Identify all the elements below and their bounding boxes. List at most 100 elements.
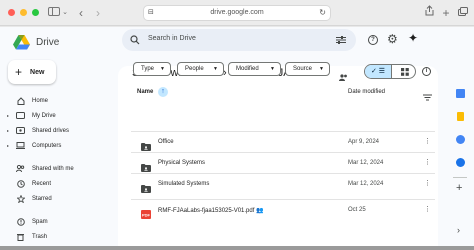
pdf-icon: PDF	[141, 206, 151, 219]
page-settings-icon[interactable]: ⊟	[148, 6, 154, 20]
sidebar-item-label: Trash	[32, 233, 48, 240]
filter-chip-people[interactable]: People ▼	[177, 62, 224, 76]
file-date-modified: Mar 12, 2024	[348, 181, 384, 187]
shared-folder-icon	[141, 180, 151, 193]
filter-chip-label: People	[185, 66, 204, 72]
trash-icon	[16, 232, 25, 241]
sidebar-item-shared-drives[interactable]: ▸ Shared drives	[0, 124, 112, 137]
filter-chip-source[interactable]: Source ▼	[285, 62, 330, 76]
forward-icon[interactable]: ›	[93, 5, 103, 21]
sidebar-item-home[interactable]: Home	[0, 94, 112, 107]
dropdown-arrow-icon: ▼	[270, 66, 275, 72]
filter-chip-label: Type	[141, 66, 155, 72]
expand-panel-icon[interactable]: ›	[457, 225, 460, 235]
more-actions-icon[interactable]: ⋮	[424, 205, 431, 213]
contacts-icon[interactable]	[456, 158, 465, 167]
sidebar-item-label: Computers	[32, 142, 62, 149]
my-drive-icon	[16, 111, 25, 120]
tab-overview-icon[interactable]	[457, 5, 469, 21]
filter-chip-label: Modified	[236, 66, 259, 72]
divider	[453, 177, 467, 178]
gemini-icon[interactable]: ✦	[408, 31, 418, 45]
sort-options-icon[interactable]	[423, 88, 432, 106]
back-icon[interactable]: ‹	[76, 5, 86, 21]
add-addon-icon[interactable]: +	[456, 182, 462, 194]
sidebar-item-label: Recent	[32, 180, 52, 187]
details-icon[interactable]: i	[422, 67, 431, 76]
svg-text:PDF: PDF	[142, 212, 151, 217]
minimize-window-button[interactable]	[20, 9, 27, 16]
search-options-icon[interactable]	[336, 36, 346, 44]
starred-icon	[16, 194, 25, 203]
settings-icon[interactable]: ⚙	[387, 32, 398, 46]
file-name-text: Physical Systems	[158, 160, 206, 166]
shared-folder-icon	[141, 159, 151, 172]
sidebar-item-label: Home	[32, 97, 49, 104]
address-bar[interactable]: ⊟ drive.google.com ↻	[143, 5, 331, 21]
date-modified-column-header[interactable]: Date modified	[348, 89, 385, 95]
filter-chip-modified[interactable]: Modified ▼	[228, 62, 281, 76]
calendar-icon[interactable]	[456, 89, 465, 98]
expand-caret-icon[interactable]: ▸	[0, 128, 9, 133]
name-column-header[interactable]: Name ↑	[137, 87, 169, 97]
list-view-button[interactable]: ✓ ☰	[365, 65, 391, 78]
side-panel: + ›	[446, 27, 474, 246]
home-icon	[16, 96, 25, 105]
file-name[interactable]: Physical Systems	[158, 160, 205, 166]
expand-caret-icon[interactable]: ▸	[0, 143, 9, 148]
chevron-down-icon[interactable]: ⌄	[61, 5, 69, 21]
sidebar-item-my-drive[interactable]: ▸ My Drive	[0, 109, 112, 122]
file-row[interactable]: Physical Systems Mar 12, 2024 ⋮	[131, 152, 435, 173]
more-actions-icon[interactable]: ⋮	[424, 158, 431, 166]
reload-icon[interactable]: ↻	[319, 6, 326, 20]
sidebar-item-shared-with-me[interactable]: Shared with me	[0, 162, 112, 175]
close-window-button[interactable]	[8, 9, 15, 16]
plus-icon: +	[15, 65, 23, 79]
filter-chip-label: Source	[293, 66, 313, 72]
url-text: drive.google.com	[210, 9, 264, 16]
share-icon[interactable]	[424, 5, 434, 21]
shared-users-icon[interactable]	[339, 68, 348, 86]
sidebar-item-computers[interactable]: ▸ Computers	[0, 139, 112, 152]
filter-chip-type[interactable]: Type ▼	[133, 62, 171, 76]
dropdown-arrow-icon: ▼	[160, 66, 165, 72]
sidebar-item-recent[interactable]: Recent	[0, 177, 112, 190]
keep-icon[interactable]	[457, 112, 464, 121]
expand-caret-icon[interactable]: ▸	[0, 113, 9, 118]
new-tab-icon[interactable]: +	[441, 5, 451, 21]
shared-drives-icon	[16, 126, 25, 135]
computers-icon	[16, 141, 25, 150]
spam-icon	[16, 217, 25, 226]
dropdown-arrow-icon: ▼	[319, 66, 324, 72]
sidebar: Drive + New Home ▸ My Drive ▸ Shared drives ▸…	[0, 27, 116, 246]
drive-logo-icon	[13, 34, 30, 49]
more-actions-icon[interactable]: ⋮	[424, 137, 431, 145]
help-icon[interactable]: ?	[368, 35, 378, 45]
grid-view-button[interactable]	[391, 65, 415, 78]
file-row[interactable]: Simulated Systems Mar 12, 2024 ⋮	[131, 173, 435, 194]
file-row[interactable]: PDF RMF-FJAaLabs-fjaa153025-V01.pdf 👥 Oct …	[131, 199, 435, 220]
sidebar-item-spam[interactable]: Spam	[0, 215, 112, 228]
sidebar-item-trash[interactable]: Trash	[0, 230, 112, 243]
file-name[interactable]: Office	[158, 139, 174, 145]
shared-folder-icon	[141, 138, 151, 151]
file-name[interactable]: RMF-FJAaLabs-fjaa153025-V01.pdf 👥	[158, 207, 264, 214]
sort-arrow-icon[interactable]: ↑	[158, 87, 169, 97]
more-actions-icon[interactable]: ⋮	[424, 179, 431, 187]
sidebar-item-label: My Drive	[32, 112, 56, 119]
window-bottom-edge	[0, 246, 474, 250]
file-name-text: Simulated Systems	[158, 181, 210, 187]
search-bar[interactable]: Search in Drive	[122, 29, 356, 51]
search-input[interactable]: Search in Drive	[148, 35, 196, 42]
sidebar-item-label: Shared with me	[32, 165, 74, 172]
file-name[interactable]: Simulated Systems	[158, 181, 209, 187]
tasks-icon[interactable]	[456, 135, 465, 144]
new-button[interactable]: + New	[8, 60, 56, 84]
zoom-window-button[interactable]	[32, 9, 39, 16]
sidebar-toggle-icon[interactable]	[47, 5, 61, 21]
app-name: Drive	[36, 36, 60, 48]
file-row[interactable]: Office Apr 9, 2024 ⋮	[131, 131, 435, 152]
sidebar-item-starred[interactable]: Starred	[0, 192, 112, 205]
sidebar-item-label: Spam	[32, 218, 48, 225]
drive-logo[interactable]: Drive	[13, 32, 59, 52]
